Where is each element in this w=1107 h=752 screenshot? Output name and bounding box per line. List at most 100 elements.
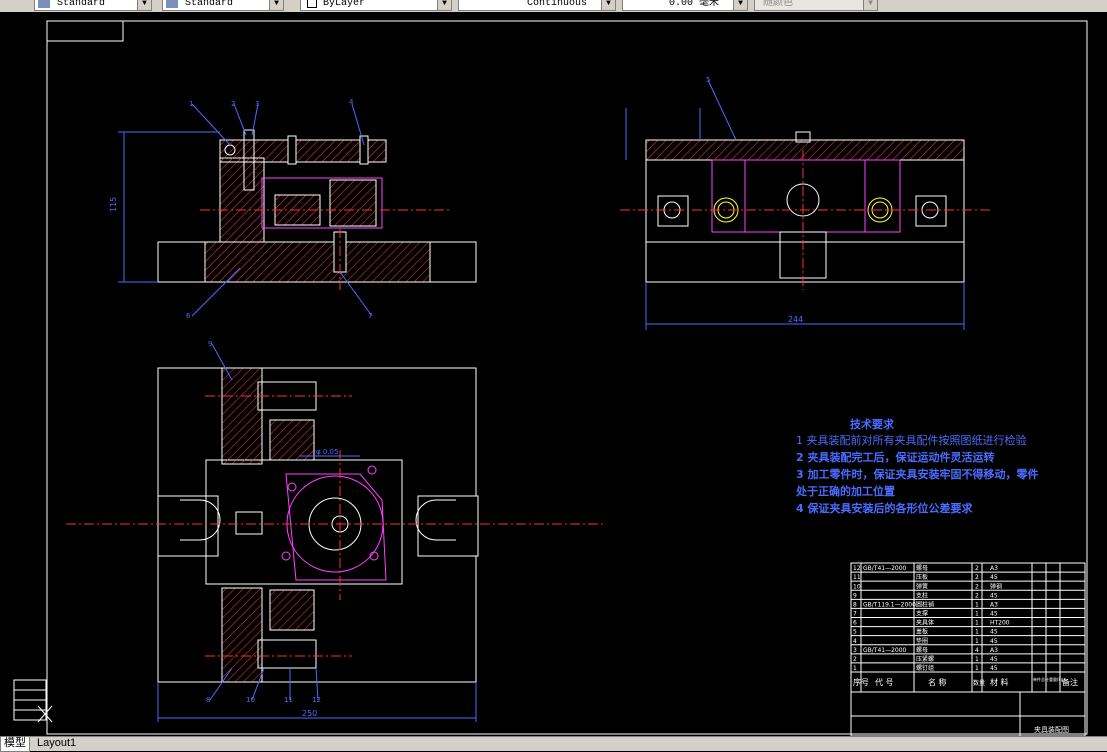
bom-cell-no: 9 xyxy=(853,592,857,599)
tech-requirements: 技术要求 1 夹具装配前对所有夹具配件按照图纸进行检验 2 夹具装配完工后，保证… xyxy=(795,417,1038,515)
dim-style-value: Standard xyxy=(185,0,234,9)
bom-cell-qty: 1 xyxy=(975,620,979,627)
bom-cell-name: 圆柱销 xyxy=(916,600,934,608)
bom-cell-name: 螺母 xyxy=(916,564,928,572)
balloon-6: 6 xyxy=(186,312,191,320)
bom-cell-no: 11 xyxy=(853,574,861,581)
bom-cell-no: 6 xyxy=(853,620,857,627)
bom-cell-name: 压紧螺 xyxy=(916,655,934,663)
bom-cell-name: 盖板 xyxy=(916,628,928,636)
bom-cell-material: 45 xyxy=(990,629,998,636)
bom-header-cell: 序号 xyxy=(853,677,869,687)
text-style-icon xyxy=(38,0,50,8)
linetype-combo[interactable]: Continuous ▼ xyxy=(458,0,616,11)
bom-cell-name: 支柱 xyxy=(916,591,928,599)
chevron-down-icon[interactable]: ▼ xyxy=(269,0,283,10)
bom-cell-code: GB/T41—2000 xyxy=(863,565,907,572)
bom-cell-no: 7 xyxy=(853,611,857,618)
bom-rows: 12 GB/T41—2000 螺母 2 A311 压板 2 4510 弹簧 2 弹钢9 支柱 2 458 G… xyxy=(851,564,1085,673)
side-view: 244 5 xyxy=(620,76,990,330)
balloon-8: 8 xyxy=(206,696,210,704)
balloon-1: 1 xyxy=(189,100,193,108)
plan-view: φ 0.05 250 xyxy=(66,367,606,722)
text-style-combo[interactable]: Standard ▼ xyxy=(34,0,152,11)
drawing-canvas[interactable]: 115 1 2 3 4 6 7 244 5 φ 0.05 250 9 8 10 … xyxy=(0,12,1107,737)
bom-header-cell: 单件总计重量(kg) xyxy=(1033,676,1065,682)
chevron-down-icon[interactable]: ▼ xyxy=(863,0,877,10)
bom-cell-qty: 1 xyxy=(975,629,979,636)
bom-cell-no: 4 xyxy=(853,638,857,645)
linetype-value: Continuous xyxy=(527,0,588,9)
balloon-9: 9 xyxy=(208,340,212,348)
bom-cell-name: 弹簧 xyxy=(916,582,928,590)
tech-item: 处于正确的加工位置 xyxy=(795,484,895,498)
dim-style-combo[interactable]: Standard ▼ xyxy=(162,0,284,11)
bom-cell-qty: 2 xyxy=(975,565,979,572)
lineweight-value: 0.00 毫米 xyxy=(669,0,720,9)
bom-cell-no: 8 xyxy=(853,601,857,608)
balloon-12: 12 xyxy=(312,696,321,704)
tech-item: 2 夹具装配完工后，保证运动件灵活运转 xyxy=(796,450,994,464)
bom-cell-no: 5 xyxy=(853,629,857,636)
chevron-down-icon[interactable]: ▼ xyxy=(437,0,451,10)
bom-header-cell: 数量 xyxy=(973,679,985,687)
dim-style-icon xyxy=(166,0,178,8)
balloon-11: 11 xyxy=(284,696,293,704)
bom-cell-name: 夹具体 xyxy=(916,619,934,627)
bom-cell-material: 45 xyxy=(990,574,998,581)
plot-style-combo[interactable]: 随颜色 ▼ xyxy=(754,0,878,11)
balloon-3: 3 xyxy=(255,100,259,108)
bom-cell-name: 支撑 xyxy=(916,610,928,618)
bom-cell-qty: 2 xyxy=(975,592,979,599)
plot-style-value: 随颜色 xyxy=(763,0,793,9)
balloon-7: 7 xyxy=(368,312,372,320)
bom-cell-no: 12 xyxy=(853,565,861,572)
bom-cell-material: 45 xyxy=(990,638,998,645)
bom-cell-qty: 1 xyxy=(975,638,979,645)
cad-drawing: 115 1 2 3 4 6 7 244 5 φ 0.05 250 9 8 10 … xyxy=(13,20,1088,737)
lineweight-combo[interactable]: 0.00 毫米 ▼ xyxy=(622,0,748,11)
bom-cell-material: 45 xyxy=(990,592,998,599)
color-value: ByLayer xyxy=(323,0,366,9)
tech-item: 4 保证夹具安装后的各形位公差要求 xyxy=(796,501,973,515)
bom-cell-material: 45 xyxy=(990,665,998,672)
bom-cell-material: A3 xyxy=(990,565,998,572)
bom-header-cell: 材 料 xyxy=(990,677,1009,687)
color-combo[interactable]: ByLayer ▼ xyxy=(300,0,452,11)
bom-cell-no: 1 xyxy=(853,665,857,672)
bom-cell-code: GB/T41—2000 xyxy=(863,647,907,654)
bom-cell-no: 2 xyxy=(853,656,857,663)
front-view: 115 xyxy=(109,129,477,290)
bom-cell-material: 45 xyxy=(990,656,998,663)
layout-tabs: 模型 Layout1 xyxy=(0,736,1107,752)
color-swatch-icon xyxy=(307,0,317,8)
balloon-2: 2 xyxy=(231,100,235,108)
bom-cell-name: 螺母 xyxy=(916,646,928,654)
bom-header-cell: 名 称 xyxy=(928,677,947,687)
balloon-5: 5 xyxy=(706,76,710,84)
bom-cell-material: 45 xyxy=(990,611,998,618)
bom-cell-material: HT200 xyxy=(990,620,1010,627)
bom-cell-qty: 2 xyxy=(975,574,979,581)
bom-cell-qty: 1 xyxy=(975,601,979,608)
bom-header: 序号 代 号 名 称 数量 材 料 单件总计重量(kg) 备注 夹具装配图 xyxy=(853,676,1078,734)
chevron-down-icon[interactable]: ▼ xyxy=(137,0,151,10)
bom-cell-name: 螺钉组 xyxy=(916,664,934,672)
dim-plan-width: 250 xyxy=(302,709,317,718)
bom-cell-material: 弹钢 xyxy=(990,582,1002,590)
tab-layout1[interactable]: Layout1 xyxy=(34,737,79,751)
bom-cell-material: A3 xyxy=(990,647,998,654)
title-block-name: 夹具装配图 xyxy=(1034,725,1069,734)
bom-cell-code: GB/T119.1—2000 xyxy=(863,601,916,608)
bom-cell-qty: 2 xyxy=(975,583,979,590)
dim-front-height: 115 xyxy=(109,197,118,212)
tech-item: 3 加工零件时，保证夹具安装牢固不得移动，零件 xyxy=(796,467,1038,481)
text-style-value: Standard xyxy=(57,0,106,9)
bom-cell-qty: 1 xyxy=(975,611,979,618)
balloon-4: 4 xyxy=(349,98,354,106)
bom-cell-qty: 1 xyxy=(975,665,979,672)
bom-cell-no: 10 xyxy=(853,583,861,590)
chevron-down-icon[interactable]: ▼ xyxy=(601,0,615,10)
bom-cell-qty: 4 xyxy=(975,647,979,654)
chevron-down-icon[interactable]: ▼ xyxy=(733,0,747,10)
